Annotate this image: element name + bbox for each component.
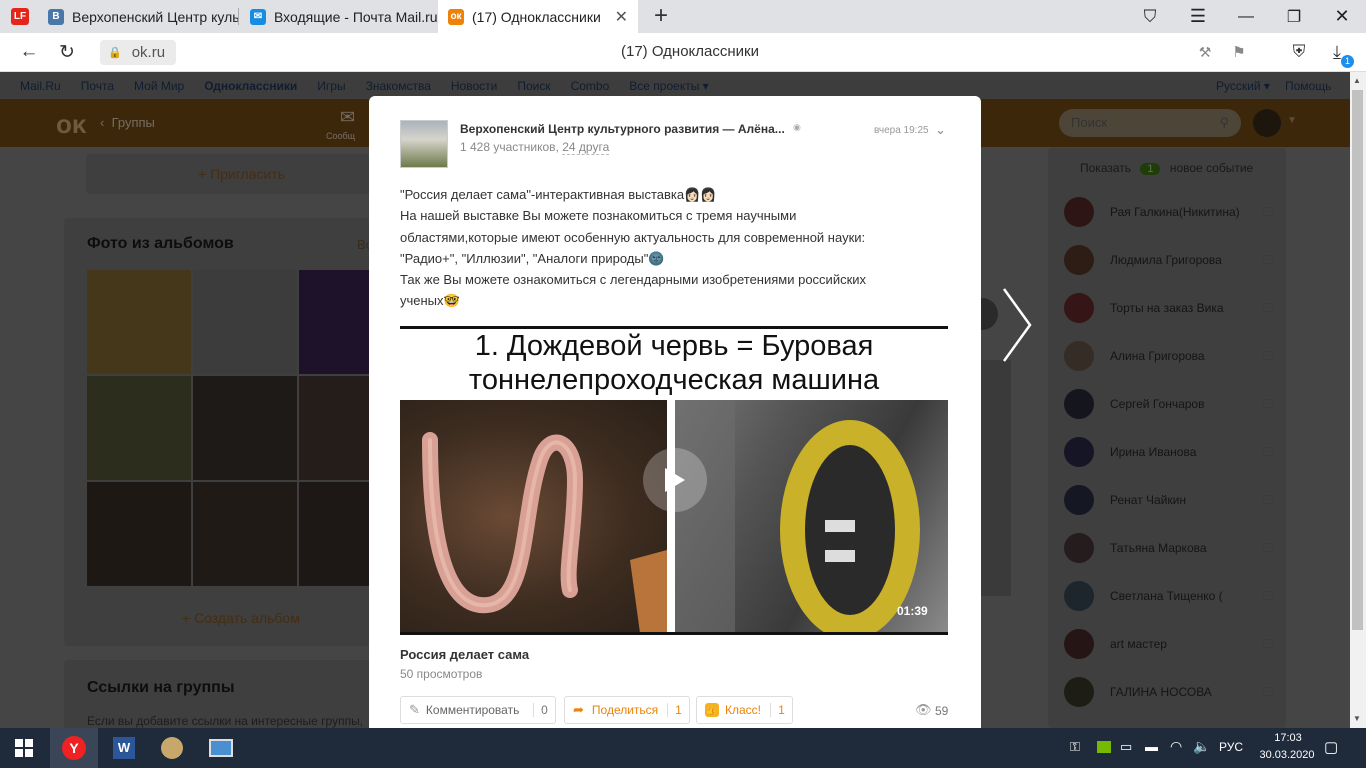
post-text-line: ученых🤓 bbox=[400, 293, 460, 309]
menu-icon[interactable]: ☰ bbox=[1175, 0, 1221, 33]
nvidia-icon[interactable] bbox=[1097, 741, 1111, 753]
battery-icon[interactable]: ⚿ bbox=[1070, 739, 1080, 755]
friends-link[interactable]: 24 друга bbox=[562, 140, 610, 155]
notifications-icon[interactable]: ▢ bbox=[1324, 738, 1338, 756]
vk-icon: В bbox=[48, 8, 64, 25]
protect-icon[interactable]: ⛨ bbox=[1284, 37, 1314, 67]
close-modal-icon[interactable]: ✕ bbox=[1003, 34, 1029, 64]
group-dot-icon: ◉ bbox=[793, 122, 801, 132]
close-tab-icon[interactable]: ✕ bbox=[615, 7, 628, 27]
video-title[interactable]: Россия делает сама bbox=[400, 647, 529, 662]
ok-icon: ок bbox=[448, 8, 464, 25]
scrollbar-thumb[interactable] bbox=[1352, 90, 1363, 630]
address-bar: ← ↻ 🔒 ok.ru (17) Одноклассники ⚒ ⚑ ⛨ ⤓ 1 bbox=[0, 33, 1366, 72]
video-caption-1: 1. Дождевой червь = Буровая bbox=[474, 330, 874, 362]
windows-logo bbox=[15, 739, 33, 757]
post-text: "Россия делает сама"-интерактивная выста… bbox=[400, 184, 960, 312]
post-text-line: Так же Вы можете ознакомиться с легендар… bbox=[400, 272, 867, 288]
incognito-icon[interactable]: ⚒ bbox=[1190, 37, 1220, 67]
play-triangle bbox=[665, 468, 685, 492]
video-player[interactable]: 1. Дождевой червь = Буровая тоннелепрохо… bbox=[400, 326, 948, 635]
taskbar: Y W ⚿ ▭ ▬ ◠ 🔈 РУС 17:03 30.03.2020 ▢ bbox=[0, 728, 1366, 768]
volume-icon[interactable]: 🔈 bbox=[1193, 738, 1210, 755]
photos-app-icon[interactable] bbox=[197, 728, 245, 768]
scroll-down-icon[interactable]: ▼ bbox=[1353, 714, 1361, 723]
share-label: Поделиться bbox=[591, 703, 659, 717]
clock-time[interactable]: 17:03 bbox=[1268, 732, 1308, 744]
tab-label: (17) Одноклассники bbox=[472, 8, 601, 25]
comment-icon: ✎ bbox=[409, 702, 420, 717]
share-button[interactable]: ➦ Поделиться 1 bbox=[564, 696, 690, 724]
worm-shape bbox=[422, 432, 667, 633]
post-time: вчера 19:25 bbox=[874, 125, 929, 136]
new-tab-button[interactable]: + bbox=[648, 3, 674, 29]
share-icon: ➦ bbox=[573, 702, 584, 717]
mail-icon: ✉ bbox=[250, 8, 266, 25]
like-label: Класс! bbox=[725, 703, 761, 717]
video-views: 50 просмотров bbox=[400, 667, 483, 681]
yandex-browser-icon[interactable]: Y bbox=[50, 728, 98, 768]
downloads-badge: 1 bbox=[1341, 55, 1354, 68]
next-arrow-icon[interactable] bbox=[998, 285, 1038, 365]
like-icon: 👍 bbox=[705, 703, 719, 717]
tab-label: Входящие - Почта Mail.ru bbox=[274, 8, 438, 25]
worm-image bbox=[400, 400, 667, 633]
group-meta: 1 428 участников, 24 друга bbox=[460, 140, 610, 155]
group-avatar[interactable] bbox=[400, 120, 448, 168]
video-duration: 01:39 bbox=[897, 604, 928, 618]
clock-date[interactable]: 30.03.2020 bbox=[1252, 749, 1322, 761]
machine-image bbox=[675, 400, 948, 635]
close-window-icon[interactable]: ✕ bbox=[1319, 0, 1365, 33]
wifi-icon[interactable]: ◠ bbox=[1170, 738, 1182, 755]
eye-icon: 👁 bbox=[915, 702, 932, 717]
restore-icon[interactable]: ❐ bbox=[1271, 0, 1317, 33]
media-preview-right bbox=[981, 360, 1011, 596]
tab-mail[interactable]: ✉ Входящие - Почта Mail.ru bbox=[240, 0, 438, 33]
bookmarks-icon[interactable]: ⛉ bbox=[1127, 0, 1173, 33]
back-icon[interactable]: ← bbox=[14, 37, 44, 67]
bookmark-flag-icon[interactable]: ⚑ bbox=[1224, 37, 1254, 67]
video-top-line bbox=[400, 326, 948, 329]
reload-icon[interactable]: ↻ bbox=[52, 37, 82, 67]
machine-shape bbox=[675, 400, 920, 635]
minimize-icon[interactable]: — bbox=[1223, 0, 1269, 33]
tab-label: Верхопенский Центр культ bbox=[72, 8, 238, 25]
url-field[interactable]: 🔒 ok.ru bbox=[100, 40, 176, 65]
post-text-line: "Россия делает сама"-интерактивная выста… bbox=[400, 187, 717, 202]
network-device-icon[interactable]: ▭ bbox=[1120, 739, 1132, 755]
comment-count: 0 bbox=[533, 703, 555, 717]
post-text-line: На нашей выставке Вы можете познакомитьс… bbox=[400, 208, 797, 224]
chevron-down-icon[interactable]: ⌄ bbox=[935, 122, 946, 138]
comment-label: Комментировать bbox=[425, 703, 520, 717]
play-icon[interactable] bbox=[643, 448, 707, 512]
video-divider bbox=[667, 400, 675, 633]
tab-ok[interactable]: ок (17) Одноклассники ✕ bbox=[438, 0, 638, 33]
lastfm-icon[interactable]: LF bbox=[11, 8, 29, 25]
lock-icon: 🔒 bbox=[108, 47, 122, 59]
post-text-line: областями,которые имеют особенную актуал… bbox=[400, 229, 866, 245]
members-count: 1 428 участников, bbox=[460, 140, 559, 154]
page-title: (17) Одноклассники bbox=[621, 43, 759, 60]
tab-vk[interactable]: В Верхопенский Центр культ bbox=[38, 0, 238, 33]
like-count: 1 bbox=[770, 703, 792, 717]
power-icon[interactable]: ▬ bbox=[1145, 739, 1158, 754]
post-modal: Верхопенский Центр культурного развития … bbox=[369, 96, 981, 736]
share-count: 1 bbox=[667, 703, 689, 717]
group-name-link[interactable]: Верхопенский Центр культурного развития … bbox=[460, 122, 785, 136]
video-caption-2: тоннелепроходческая машина bbox=[468, 364, 880, 396]
post-text-line: "Радио+", "Иллюзии", "Аналоги природы"🌚 bbox=[400, 250, 665, 266]
comment-button[interactable]: ✎ Комментировать 0 bbox=[400, 696, 556, 724]
like-button[interactable]: 👍 Класс! 1 bbox=[696, 696, 793, 724]
word-icon[interactable]: W bbox=[100, 728, 148, 768]
view-count: 59 bbox=[935, 704, 949, 718]
tab-bar: LF В Верхопенский Центр культ ✉ Входящие… bbox=[0, 0, 1366, 33]
start-icon[interactable] bbox=[0, 728, 48, 768]
language-indicator[interactable]: РУС bbox=[1219, 740, 1243, 754]
paint-icon[interactable] bbox=[148, 728, 196, 768]
scroll-up-icon[interactable]: ▲ bbox=[1353, 76, 1361, 85]
video-progress bbox=[400, 632, 948, 635]
url-text: ok.ru bbox=[131, 44, 166, 61]
